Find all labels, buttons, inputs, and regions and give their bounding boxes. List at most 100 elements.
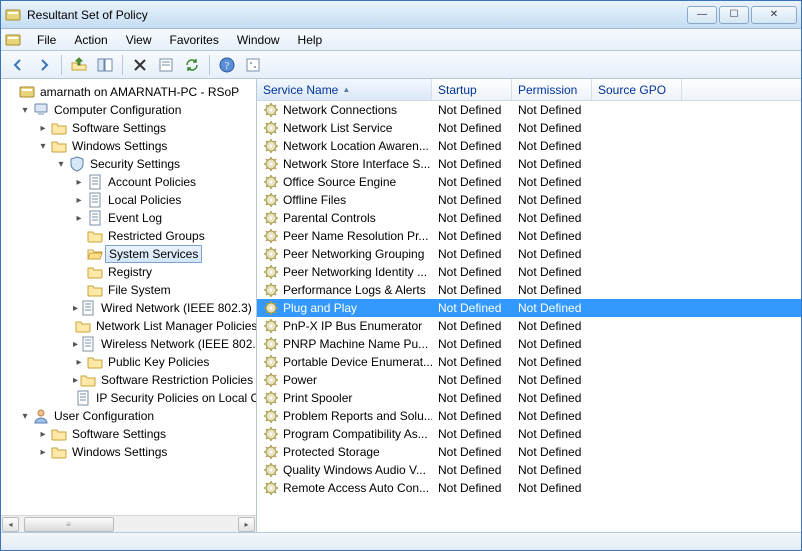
tree-item[interactable]: ▾ User Configuration	[5, 407, 256, 425]
tree-root[interactable]: amarnath on AMARNATH-PC - RSoP	[5, 83, 256, 101]
close-button[interactable]: ✕	[751, 6, 797, 24]
startup-cell: Not Defined	[432, 337, 512, 351]
tree-item[interactable]: ▾ Windows Settings	[5, 137, 256, 155]
window-controls: — ☐ ✕	[687, 6, 797, 24]
up-one-level-button[interactable]	[68, 54, 90, 76]
tree-item[interactable]: ▸ Public Key Policies	[5, 353, 256, 371]
menu-window[interactable]: Window	[229, 31, 288, 49]
tree-label: Wireless Network (IEEE 802.11)	[98, 336, 256, 352]
service-row[interactable]: PnP-X IP Bus Enumerator Not Defined Not …	[257, 317, 801, 335]
show-hide-tree-button[interactable]	[94, 54, 116, 76]
export-list-button[interactable]	[181, 54, 203, 76]
console-tree[interactable]: amarnath on AMARNATH-PC - RSoP▾ Computer…	[1, 79, 256, 515]
expand-toggle-icon[interactable]: ▸	[73, 339, 78, 350]
expand-toggle-icon[interactable]: ▸	[73, 213, 85, 224]
tree-item[interactable]: ▸ Software Settings	[5, 425, 256, 443]
forward-button[interactable]	[33, 54, 55, 76]
service-row[interactable]: Network Store Interface S... Not Defined…	[257, 155, 801, 173]
expand-toggle-icon[interactable]: ▾	[55, 159, 67, 170]
tree-item[interactable]: Network List Manager Policies	[5, 317, 256, 335]
service-row[interactable]: Print Spooler Not Defined Not Defined	[257, 389, 801, 407]
tree-item[interactable]: ▸ Software Restriction Policies	[5, 371, 256, 389]
service-row[interactable]: Peer Networking Identity ... Not Defined…	[257, 263, 801, 281]
menu-file[interactable]: File	[29, 31, 64, 49]
tree-item[interactable]: ▸ Account Policies	[5, 173, 256, 191]
service-row[interactable]: Network Location Awaren... Not Defined N…	[257, 137, 801, 155]
service-row[interactable]: PNRP Machine Name Pu... Not Defined Not …	[257, 335, 801, 353]
service-row[interactable]: Power Not Defined Not Defined	[257, 371, 801, 389]
expand-toggle-icon[interactable]: ▸	[37, 447, 49, 458]
delete-button[interactable]	[129, 54, 151, 76]
service-row[interactable]: Network Connections Not Defined Not Defi…	[257, 101, 801, 119]
service-row[interactable]: Office Source Engine Not Defined Not Def…	[257, 173, 801, 191]
service-row[interactable]: Parental Controls Not Defined Not Define…	[257, 209, 801, 227]
tree-item[interactable]: ▾ Computer Configuration	[5, 101, 256, 119]
tree-label: Restricted Groups	[105, 228, 208, 244]
service-row[interactable]: Peer Name Resolution Pr... Not Defined N…	[257, 227, 801, 245]
expand-toggle-icon[interactable]: ▸	[37, 123, 49, 134]
tree-horizontal-scrollbar[interactable]: ◂ ≡ ▸	[1, 515, 256, 532]
service-row[interactable]: Plug and Play Not Defined Not Defined	[257, 299, 801, 317]
tree-item[interactable]: ▸ Wireless Network (IEEE 802.11)	[5, 335, 256, 353]
properties-button[interactable]	[155, 54, 177, 76]
expand-toggle-icon[interactable]: ▾	[37, 141, 49, 152]
menu-view[interactable]: View	[118, 31, 160, 49]
maximize-button[interactable]: ☐	[719, 6, 749, 24]
service-row[interactable]: Performance Logs & Alerts Not Defined No…	[257, 281, 801, 299]
scroll-right-button[interactable]: ▸	[238, 517, 255, 532]
service-row[interactable]: Offline Files Not Defined Not Defined	[257, 191, 801, 209]
expand-toggle-icon[interactable]: ▸	[73, 195, 85, 206]
minimize-button[interactable]: —	[687, 6, 717, 24]
scroll-track[interactable]: ≡	[20, 517, 237, 532]
gear-icon	[263, 462, 279, 478]
service-list[interactable]: Network Connections Not Defined Not Defi…	[257, 101, 801, 532]
tree-item[interactable]: ▸ Event Log	[5, 209, 256, 227]
service-row[interactable]: Problem Reports and Solu... Not Defined …	[257, 407, 801, 425]
permission-cell: Not Defined	[512, 283, 592, 297]
titlebar[interactable]: Resultant Set of Policy — ☐ ✕	[1, 1, 801, 29]
service-row[interactable]: Peer Networking Grouping Not Defined Not…	[257, 245, 801, 263]
tree-item[interactable]: ▾ Security Settings	[5, 155, 256, 173]
service-row[interactable]: Quality Windows Audio V... Not Defined N…	[257, 461, 801, 479]
column-label: Source GPO	[598, 83, 666, 97]
user-icon	[33, 408, 49, 424]
tree-item[interactable]: File System	[5, 281, 256, 299]
tree-item[interactable]: ▸ Software Settings	[5, 119, 256, 137]
service-name-cell: Network List Service	[257, 120, 432, 136]
back-button[interactable]	[7, 54, 29, 76]
service-row[interactable]: Portable Device Enumerat... Not Defined …	[257, 353, 801, 371]
menu-action[interactable]: Action	[66, 31, 115, 49]
scroll-thumb[interactable]: ≡	[24, 517, 114, 532]
column-service-name[interactable]: Service Name ▲	[257, 79, 432, 100]
tree-item[interactable]: Registry	[5, 263, 256, 281]
expand-toggle-icon[interactable]: ▸	[73, 303, 78, 314]
service-name: Network Connections	[283, 103, 397, 117]
menu-help[interactable]: Help	[290, 31, 331, 49]
column-startup[interactable]: Startup	[432, 79, 512, 100]
column-source-gpo[interactable]: Source GPO	[592, 79, 682, 100]
column-permission[interactable]: Permission	[512, 79, 592, 100]
scroll-left-button[interactable]: ◂	[2, 517, 19, 532]
tree-item[interactable]: System Services	[5, 245, 256, 263]
expand-toggle-icon[interactable]: ▸	[73, 375, 78, 386]
service-name: Offline Files	[283, 193, 346, 207]
startup-cell: Not Defined	[432, 139, 512, 153]
expand-toggle-icon[interactable]: ▸	[73, 357, 85, 368]
tree-item[interactable]: ▸ Windows Settings	[5, 443, 256, 461]
options-button[interactable]	[242, 54, 264, 76]
tree-item[interactable]: IP Security Policies on Local Computer	[5, 389, 256, 407]
service-row[interactable]: Protected Storage Not Defined Not Define…	[257, 443, 801, 461]
service-row[interactable]: Network List Service Not Defined Not Def…	[257, 119, 801, 137]
expand-toggle-icon[interactable]: ▾	[19, 105, 31, 116]
help-button[interactable]	[216, 54, 238, 76]
expand-toggle-icon[interactable]: ▾	[19, 411, 31, 422]
tree-item[interactable]: ▸ Local Policies	[5, 191, 256, 209]
expand-toggle-icon[interactable]: ▸	[73, 177, 85, 188]
service-row[interactable]: Remote Access Auto Con... Not Defined No…	[257, 479, 801, 497]
tree-item[interactable]: ▸ Wired Network (IEEE 802.3)	[5, 299, 256, 317]
service-row[interactable]: Program Compatibility As... Not Defined …	[257, 425, 801, 443]
folder-icon	[80, 372, 96, 388]
expand-toggle-icon[interactable]: ▸	[37, 429, 49, 440]
menu-favorites[interactable]: Favorites	[162, 31, 227, 49]
tree-item[interactable]: Restricted Groups	[5, 227, 256, 245]
